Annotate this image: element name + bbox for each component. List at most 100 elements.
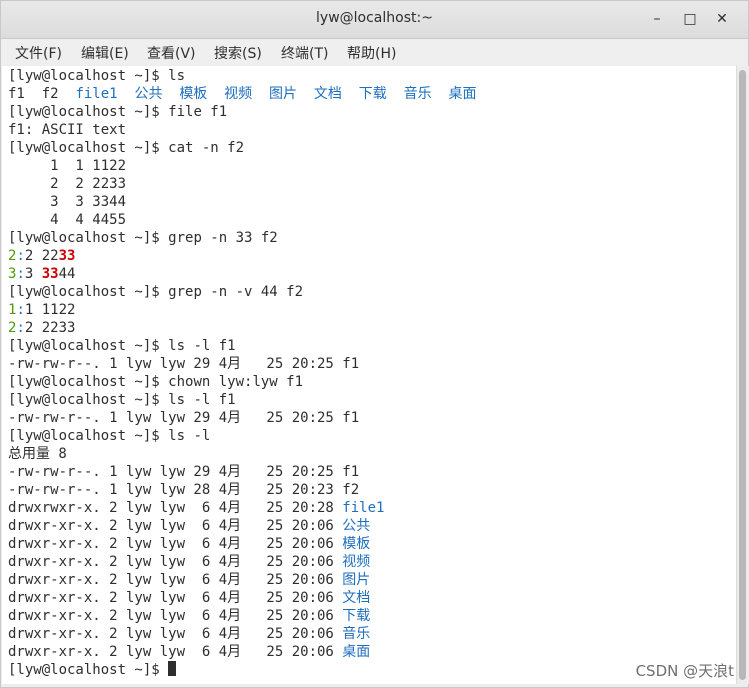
command-text: cat -n f2 xyxy=(168,140,245,156)
command-text: grep -n -v 44 f2 xyxy=(168,284,304,300)
scrollbar[interactable] xyxy=(736,66,749,684)
menu-edit[interactable]: 编辑(E) xyxy=(81,43,129,63)
directory-name: 模板 xyxy=(179,86,208,102)
prompt: [lyw@localhost ~]$ xyxy=(8,68,169,84)
file-name: f1 xyxy=(8,86,25,102)
command-line: [lyw@localhost ~]$ cat -n f2 xyxy=(8,139,244,157)
ls-long-row: drwxr-xr-x. 2 lyw lyw 6 4月 25 20:06 音乐 xyxy=(8,625,370,643)
file-meta: drwxrwxr-x. 2 lyw lyw 6 4月 25 20:28 xyxy=(8,500,343,516)
ls-long-row: drwxrwxr-x. 2 lyw lyw 6 4月 25 20:28 file… xyxy=(8,499,384,517)
file-meta: -rw-rw-r--. 1 lyw lyw 29 4月 25 20:25 xyxy=(8,464,343,480)
output-text: 3 3 3344 xyxy=(8,194,127,210)
directory-name: 图片 xyxy=(269,86,298,102)
output-text: 44 xyxy=(58,266,76,282)
menu-file[interactable]: 文件(F) xyxy=(15,43,62,63)
output-line: -rw-rw-r--. 1 lyw lyw 29 4月 25 20:25 f1 xyxy=(8,355,359,373)
prompt: [lyw@localhost ~]$ xyxy=(8,284,169,300)
prompt: [lyw@localhost ~]$ xyxy=(8,230,169,246)
match-highlight: 33 xyxy=(41,266,59,282)
file-meta: drwxr-xr-x. 2 lyw lyw 6 4月 25 20:06 xyxy=(8,644,343,660)
command-text: chown lyw:lyw f1 xyxy=(168,374,304,390)
command-line: [lyw@localhost ~]$ xyxy=(8,661,177,679)
match-highlight: 33 xyxy=(58,248,76,264)
title-bar[interactable]: lyw@localhost:~ – □ ✕ xyxy=(1,1,748,39)
ls-long-row: drwxr-xr-x. 2 lyw lyw 6 4月 25 20:06 下载 xyxy=(8,607,370,625)
prompt: [lyw@localhost ~]$ xyxy=(8,104,169,120)
prompt: [lyw@localhost ~]$ xyxy=(8,140,169,156)
watermark: CSDN @天浪t xyxy=(635,662,734,680)
menu-search[interactable]: 搜索(S) xyxy=(214,43,262,63)
minimize-icon[interactable]: – xyxy=(647,9,667,29)
terminal-output[interactable]: [lyw@localhost ~]$ ls f1 f2 file1 公共 模板 视… xyxy=(2,66,736,684)
separator: : xyxy=(16,266,25,282)
menu-bar: 文件(F) 编辑(E) 查看(V) 搜索(S) 终端(T) 帮助(H) xyxy=(1,39,748,65)
separator: : xyxy=(16,248,25,264)
menu-terminal[interactable]: 终端(T) xyxy=(281,43,328,63)
prompt: [lyw@localhost ~]$ xyxy=(8,374,169,390)
terminal-window: lyw@localhost:~ – □ ✕ 文件(F) 编辑(E) 查看(V) … xyxy=(0,0,749,688)
directory-name: 桌面 xyxy=(342,644,371,660)
directory-name: 桌面 xyxy=(448,86,477,102)
prompt: [lyw@localhost ~]$ xyxy=(8,428,169,444)
directory-name: 公共 xyxy=(134,86,163,102)
directory-name: 视频 xyxy=(224,86,253,102)
menu-view[interactable]: 查看(V) xyxy=(147,43,196,63)
directory-name: 文档 xyxy=(313,86,342,102)
command-line: [lyw@localhost ~]$ file f1 xyxy=(8,103,227,121)
output-text: 1 1122 xyxy=(24,302,76,318)
directory-name: 模板 xyxy=(342,536,371,552)
ls-long-row: -rw-rw-r--. 1 lyw lyw 29 4月 25 20:25 f1 xyxy=(8,463,359,481)
file-meta: drwxr-xr-x. 2 lyw lyw 6 4月 25 20:06 xyxy=(8,590,343,606)
command-text: ls -l f1 xyxy=(168,338,236,354)
output-text: 2 2233 xyxy=(24,320,76,336)
output-line: f1: ASCII text xyxy=(8,121,126,139)
ls-output-line: f1 f2 file1 公共 模板 视频 图片 文档 下载 音乐 桌面 xyxy=(8,85,476,103)
close-icon[interactable]: ✕ xyxy=(712,9,732,29)
command-line: [lyw@localhost ~]$ ls xyxy=(8,67,185,85)
grep-result-line: 2:2 2233 xyxy=(8,319,75,337)
command-line: [lyw@localhost ~]$ ls -l f1 xyxy=(8,337,236,355)
directory-name: 文档 xyxy=(342,590,371,606)
command-line: [lyw@localhost ~]$ grep -n -v 44 f2 xyxy=(8,283,303,301)
directory-name: 下载 xyxy=(342,608,371,624)
ls-long-row: drwxr-xr-x. 2 lyw lyw 6 4月 25 20:06 文档 xyxy=(8,589,370,607)
ls-long-row: drwxr-xr-x. 2 lyw lyw 6 4月 25 20:06 图片 xyxy=(8,571,370,589)
menu-help[interactable]: 帮助(H) xyxy=(347,43,396,63)
file-meta: drwxr-xr-x. 2 lyw lyw 6 4月 25 20:06 xyxy=(8,518,343,534)
prompt: [lyw@localhost ~]$ xyxy=(8,392,169,408)
ls-long-row: drwxr-xr-x. 2 lyw lyw 6 4月 25 20:06 桌面 xyxy=(8,643,370,661)
prompt: [lyw@localhost ~]$ xyxy=(8,338,169,354)
scrollbar-thumb[interactable] xyxy=(739,70,746,680)
output-text: 1 1 1122 xyxy=(8,158,127,174)
command-text: grep -n 33 f2 xyxy=(168,230,278,246)
output-text: f1: ASCII text xyxy=(8,122,127,138)
directory-name: 下载 xyxy=(358,86,387,102)
separator: : xyxy=(16,320,25,336)
file-name: f2 xyxy=(342,482,360,498)
prompt: [lyw@localhost ~]$ xyxy=(8,662,169,678)
output-line: 2 2 2233 xyxy=(8,175,126,193)
command-text: ls -l xyxy=(168,428,211,444)
command-text: ls -l f1 xyxy=(168,392,236,408)
output-text: -rw-rw-r--. 1 lyw lyw 29 4月 25 20:25 f1 xyxy=(8,410,360,426)
ls-long-row: -rw-rw-r--. 1 lyw lyw 28 4月 25 20:23 f2 xyxy=(8,481,359,499)
maximize-icon[interactable]: □ xyxy=(680,9,700,29)
directory-name: file1 xyxy=(342,500,385,516)
directory-name: 公共 xyxy=(342,518,371,534)
directory-name: 音乐 xyxy=(403,86,432,102)
output-line: 总用量 8 xyxy=(8,445,67,463)
output-text: 3 xyxy=(24,266,42,282)
output-text: -rw-rw-r--. 1 lyw lyw 29 4月 25 20:25 f1 xyxy=(8,356,360,372)
file-meta: drwxr-xr-x. 2 lyw lyw 6 4月 25 20:06 xyxy=(8,626,343,642)
command-line: [lyw@localhost ~]$ grep -n 33 f2 xyxy=(8,229,278,247)
file-name: f1 xyxy=(342,464,360,480)
output-text: 2 22 xyxy=(24,248,59,264)
command-text: ls xyxy=(168,68,186,84)
